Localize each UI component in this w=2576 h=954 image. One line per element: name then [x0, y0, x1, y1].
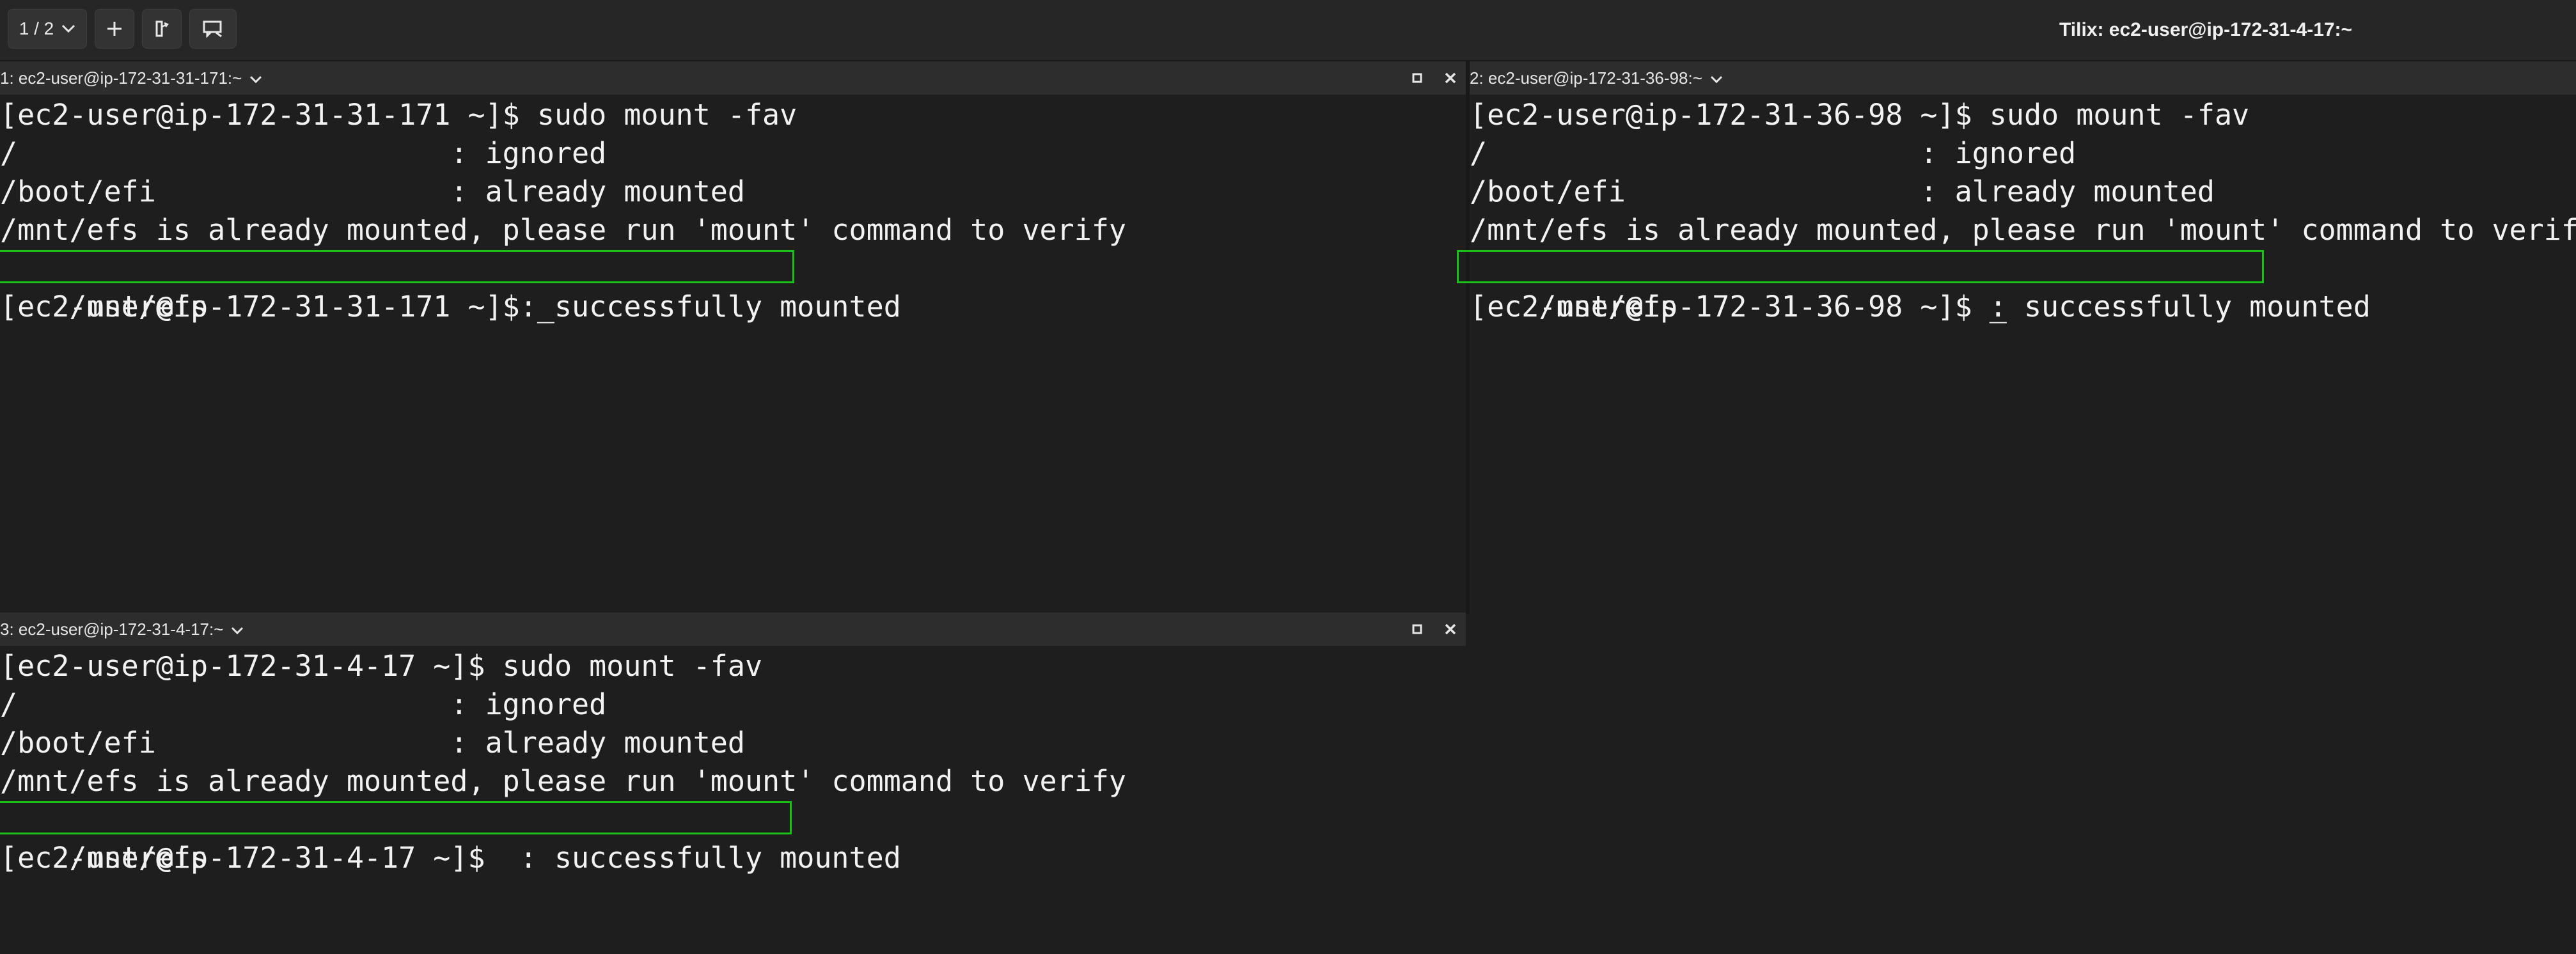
terminal-line: [ec2-user@ip-172-31-36-98 ~]$ sudo mount…	[1470, 98, 2250, 132]
add-terminal-button[interactable]	[95, 9, 134, 49]
pane-2-title[interactable]: 2: ec2-user@ip-172-31-36-98:~	[1470, 61, 1702, 95]
session-switcher-label: 1 / 2	[19, 19, 54, 38]
terminal-pane-3[interactable]: [ec2-user@ip-172-31-4-17 ~]$ sudo mount …	[0, 647, 1466, 886]
sync-input-icon	[153, 19, 171, 38]
highlight-box	[0, 801, 792, 834]
terminal-line: [ec2-user@ip-172-31-4-17 ~]$ sudo mount …	[0, 649, 763, 683]
terminal-prompt-line: [ec2-user@ip-172-31-31-171 ~]$ _	[0, 290, 554, 324]
notification-icon	[202, 20, 224, 38]
terminal-line: /boot/efi : already mounted	[0, 726, 745, 760]
terminal-line: / : ignored	[1470, 136, 2077, 170]
highlight-box	[0, 250, 794, 283]
terminal-line: /mnt/efs is already mounted, please run …	[1470, 213, 2576, 247]
notification-button[interactable]	[189, 9, 237, 49]
pane-1-header[interactable]: 1: ec2-user@ip-172-31-31-171:~	[0, 61, 1466, 95]
terminal-line: /boot/efi : already mounted	[0, 175, 745, 208]
chevron-down-icon	[61, 24, 75, 33]
pane-3-header[interactable]: 3: ec2-user@ip-172-31-4-17:~	[0, 613, 1466, 646]
pane-2-header[interactable]: 2: ec2-user@ip-172-31-36-98:~	[1470, 61, 2576, 95]
chevron-down-icon[interactable]	[249, 61, 262, 95]
terminal-line: /mnt/efs is already mounted, please run …	[0, 764, 1126, 798]
close-icon[interactable]	[1444, 61, 1457, 95]
terminal-prompt-line: [ec2-user@ip-172-31-4-17 ~]$	[0, 841, 485, 875]
terminal-pane-1[interactable]: [ec2-user@ip-172-31-31-171 ~]$ sudo moun…	[0, 96, 1466, 613]
terminal-line-highlighted: /mnt/efs : successfully mounted	[1457, 249, 2576, 324]
maximize-icon[interactable]	[1412, 613, 1422, 646]
plus-icon	[106, 20, 123, 38]
window-title: Tilix: ec2-user@ip-172-31-4-17:~	[2059, 19, 2353, 40]
session-switcher-button[interactable]: 1 / 2	[8, 9, 87, 49]
pane-3-title[interactable]: 3: ec2-user@ip-172-31-4-17:~	[0, 613, 223, 646]
terminal-line-highlighted: /mnt/efs : successfully mounted	[0, 249, 1466, 324]
empty-area	[1467, 614, 2576, 886]
chevron-down-icon[interactable]	[231, 613, 244, 646]
close-icon[interactable]	[1444, 613, 1457, 646]
terminal-line-highlighted: /mnt/efs : successfully mounted	[0, 801, 1466, 875]
terminal-line: /mnt/efs is already mounted, please run …	[0, 213, 1126, 247]
terminal-line: [ec2-user@ip-172-31-31-171 ~]$ sudo moun…	[0, 98, 797, 132]
maximize-icon[interactable]	[1412, 61, 1422, 95]
highlight-box	[1457, 250, 2264, 283]
sync-input-button[interactable]	[142, 9, 182, 49]
terminal-line: /boot/efi : already mounted	[1470, 175, 2215, 208]
chevron-down-icon[interactable]	[1710, 61, 1723, 95]
pane-1-title[interactable]: 1: ec2-user@ip-172-31-31-171:~	[0, 61, 242, 95]
terminal-prompt-line: [ec2-user@ip-172-31-36-98 ~]$ _	[1470, 290, 2007, 324]
terminal-line: / : ignored	[0, 687, 607, 721]
title-bar: 1 / 2 Tilix: ec2-user@ip-172-31-4-17:~	[0, 0, 2576, 61]
terminal-line: / : ignored	[0, 136, 607, 170]
terminal-pane-2[interactable]: [ec2-user@ip-172-31-36-98 ~]$ sudo mount…	[1457, 96, 2576, 613]
